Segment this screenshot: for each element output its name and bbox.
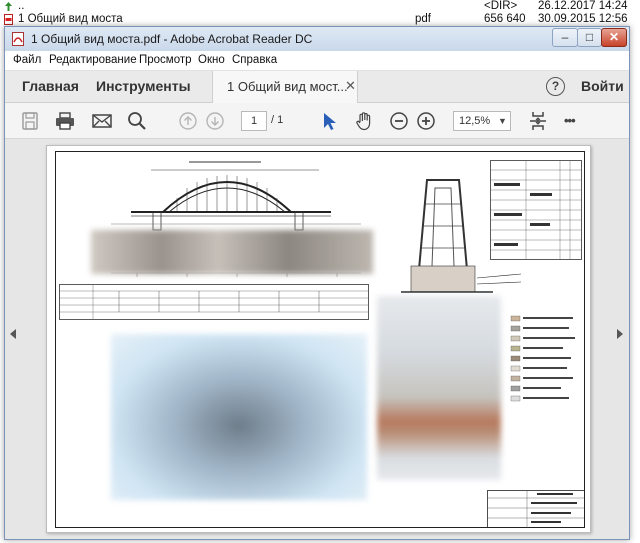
- file-size: <DIR>: [484, 0, 518, 12]
- blurred-plan-image: [111, 334, 367, 500]
- acrobat-app-icon: [12, 32, 24, 46]
- file-date: 26.12.2017 14:24: [538, 0, 628, 12]
- up-arrow-icon: [5, 2, 12, 11]
- tab-document[interactable]: 1 Общий вид мост... ✕: [212, 71, 358, 103]
- file-name: ..: [18, 0, 25, 12]
- specification-table: [490, 160, 582, 260]
- zoom-in-icon[interactable]: [415, 110, 437, 132]
- menu-view[interactable]: Просмотр: [139, 54, 192, 66]
- page-down-icon[interactable]: [204, 110, 226, 132]
- hand-icon[interactable]: [353, 110, 375, 132]
- chevron-down-icon: ▼: [498, 116, 507, 126]
- file-row-pdf[interactable]: 1 Общий вид моста pdf 656 640 30.09.2015…: [0, 13, 640, 26]
- document-view[interactable]: [5, 139, 629, 539]
- more-icon[interactable]: •••: [564, 113, 586, 135]
- tab-bar: Главная Инструменты 1 Общий вид мост... …: [5, 71, 629, 103]
- select-arrow-icon[interactable]: [318, 110, 340, 132]
- maximize-button[interactable]: □: [577, 28, 602, 47]
- acrobat-window: 1 Общий вид моста.pdf - Adobe Acrobat Re…: [4, 26, 630, 540]
- zoom-out-icon[interactable]: [388, 110, 410, 132]
- tab-close-icon[interactable]: ✕: [345, 78, 356, 94]
- menu-window[interactable]: Окно: [198, 54, 225, 66]
- left-panel-toggle-icon[interactable]: [10, 329, 16, 339]
- search-icon[interactable]: [126, 110, 148, 132]
- page-up-icon[interactable]: [177, 110, 199, 132]
- tab-home[interactable]: Главная: [22, 78, 79, 94]
- tab-tools[interactable]: Инструменты: [96, 78, 191, 94]
- login-button[interactable]: Войти: [581, 78, 624, 94]
- menu-edit[interactable]: Редактирование: [49, 54, 137, 66]
- toolbar: 1 / 1 12,5% ▼ •••: [5, 103, 629, 139]
- menu-help[interactable]: Справка: [232, 54, 277, 66]
- save-icon[interactable]: [19, 110, 41, 132]
- email-icon[interactable]: [91, 110, 113, 132]
- title-block: [487, 490, 585, 528]
- right-panel-toggle-icon[interactable]: [617, 329, 623, 339]
- file-name: 1 Общий вид моста: [18, 13, 123, 25]
- file-row-parent[interactable]: .. <DIR> 26.12.2017 14:24: [0, 0, 640, 13]
- help-button[interactable]: ?: [546, 77, 565, 96]
- profile-table: [59, 284, 369, 320]
- tab-document-label: 1 Общий вид мост...: [227, 79, 348, 94]
- window-title: 1 Общий вид моста.pdf - Adobe Acrobat Re…: [31, 32, 313, 46]
- menu-file[interactable]: Файл: [13, 54, 41, 66]
- zoom-select[interactable]: 12,5% ▼: [453, 111, 511, 131]
- close-button[interactable]: ✕: [601, 28, 627, 47]
- title-bar[interactable]: 1 Общий вид моста.pdf - Adobe Acrobat Re…: [5, 27, 629, 51]
- pdf-file-icon: [4, 14, 13, 25]
- fit-page-icon[interactable]: [527, 110, 549, 132]
- file-date: 30.09.2015 12:56: [538, 13, 628, 25]
- blurred-terrain-section: [91, 230, 373, 274]
- minimize-button[interactable]: –: [552, 28, 578, 47]
- file-ext: pdf: [415, 13, 431, 25]
- zoom-value: 12,5%: [459, 115, 491, 127]
- print-icon[interactable]: [54, 110, 76, 132]
- pdf-page: [46, 145, 591, 533]
- page-number-input[interactable]: 1: [241, 111, 267, 131]
- menu-bar: Файл Редактирование Просмотр Окно Справк…: [5, 51, 629, 71]
- page-total: / 1: [271, 114, 284, 126]
- legend: [510, 315, 575, 402]
- blurred-geology-section: [377, 296, 501, 480]
- file-size: 656 640: [484, 13, 526, 25]
